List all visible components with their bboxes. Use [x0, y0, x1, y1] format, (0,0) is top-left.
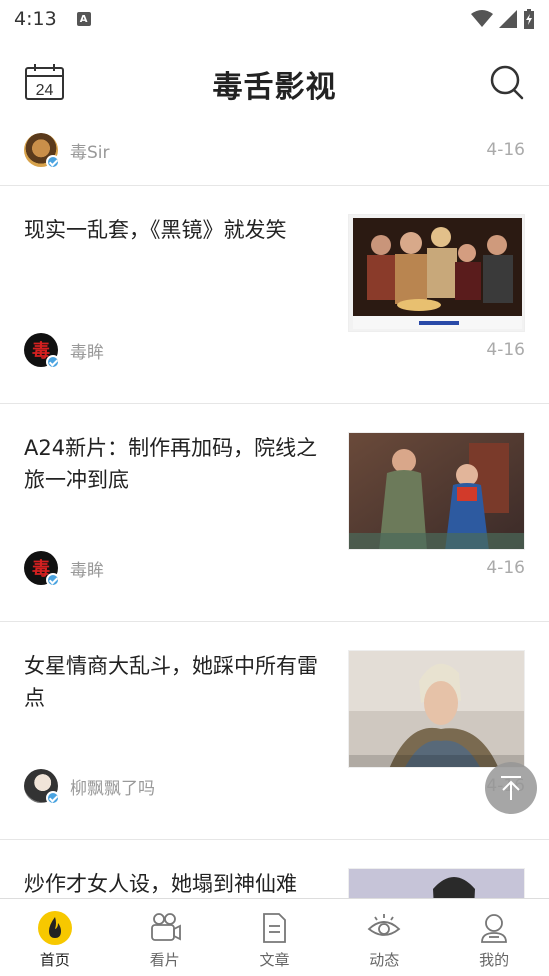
- author-row[interactable]: 毒 毒眸 4-16: [0, 332, 549, 369]
- status-icons: [471, 9, 535, 29]
- top-author-row[interactable]: 毒Sir 4-16: [0, 132, 549, 169]
- article-title: 女星情商大乱斗，她踩中所有雷点: [24, 654, 318, 710]
- article-thumbnail: [348, 432, 525, 550]
- author-name: 毒眸: [70, 560, 104, 581]
- nav-articles[interactable]: 文章: [220, 899, 330, 976]
- eye-icon: [367, 911, 401, 945]
- verified-badge-icon: [46, 155, 60, 169]
- article-card[interactable]: 女星情商大乱斗，她踩中所有雷点 柳飘飘了吗 4-16: [0, 622, 549, 840]
- avatar: 毒: [24, 333, 60, 369]
- home-icon: [37, 911, 72, 945]
- nav-feed[interactable]: 动态: [329, 899, 439, 976]
- author-row[interactable]: 毒 毒眸 4-16: [0, 550, 549, 587]
- search-icon: [490, 65, 524, 100]
- profile-icon: [477, 911, 511, 945]
- wifi-icon: [471, 10, 493, 27]
- status-time: 4:13: [14, 8, 57, 30]
- nav-watch[interactable]: 看片: [110, 899, 220, 976]
- article-title: 现实一乱套，《黑镜》就发笑: [24, 218, 287, 242]
- author-row[interactable]: 柳飘飘了吗 4-16: [0, 768, 549, 805]
- status-bar: 4:13 A: [0, 0, 549, 38]
- nav-label: 文章: [259, 951, 290, 969]
- article-card[interactable]: 现实一乱套，《黑镜》就发笑 毒 毒眸 4-16: [0, 186, 549, 404]
- nav-label: 首页: [39, 951, 70, 969]
- verified-badge-icon: [46, 355, 60, 369]
- post-date: 4-16: [486, 558, 525, 578]
- scroll-to-top-button[interactable]: [485, 762, 537, 814]
- signal-icon: [499, 10, 517, 28]
- author-name: 毒眸: [70, 342, 104, 363]
- author-name: 柳飘飘了吗: [70, 778, 155, 799]
- verified-badge-icon: [46, 573, 60, 587]
- post-date: 4-16: [486, 140, 525, 160]
- bottom-navigation: 首页 看片 文章 动态 我的: [0, 898, 549, 976]
- nav-label: 看片: [149, 951, 180, 969]
- avatar: 毒: [24, 551, 60, 587]
- nav-home[interactable]: 首页: [0, 899, 110, 976]
- nav-profile[interactable]: 我的: [439, 899, 549, 976]
- article-title: A24新片：制作再加码，院线之旅一冲到底: [24, 436, 318, 492]
- app-logo: 毒舌影视: [212, 70, 337, 105]
- app-header: 24 毒舌影视: [0, 48, 549, 118]
- avatar: [24, 769, 60, 805]
- article-thumbnail: [348, 650, 525, 768]
- article-thumbnail: [348, 214, 525, 332]
- search-button[interactable]: [489, 63, 525, 101]
- notification-a-icon: A: [76, 12, 91, 26]
- avatar: [24, 133, 60, 169]
- nav-label: 我的: [479, 951, 510, 969]
- battery-icon: [524, 9, 534, 29]
- author-name: 毒Sir: [70, 142, 110, 163]
- video-camera-icon: [148, 911, 182, 945]
- verified-badge-icon: [46, 791, 60, 805]
- article-thumbnail: [348, 868, 525, 898]
- article-card[interactable]: 炒作才女人设，她塌到神仙难: [0, 840, 549, 898]
- article-card[interactable]: A24新片：制作再加码，院线之旅一冲到底 毒 毒眸 4-16: [0, 404, 549, 622]
- article-title: 炒作才女人设，她塌到神仙难: [24, 872, 297, 896]
- post-date: 4-16: [486, 340, 525, 360]
- arrow-up-icon: [501, 776, 521, 800]
- nav-label: 动态: [369, 951, 400, 969]
- document-icon: [257, 911, 291, 945]
